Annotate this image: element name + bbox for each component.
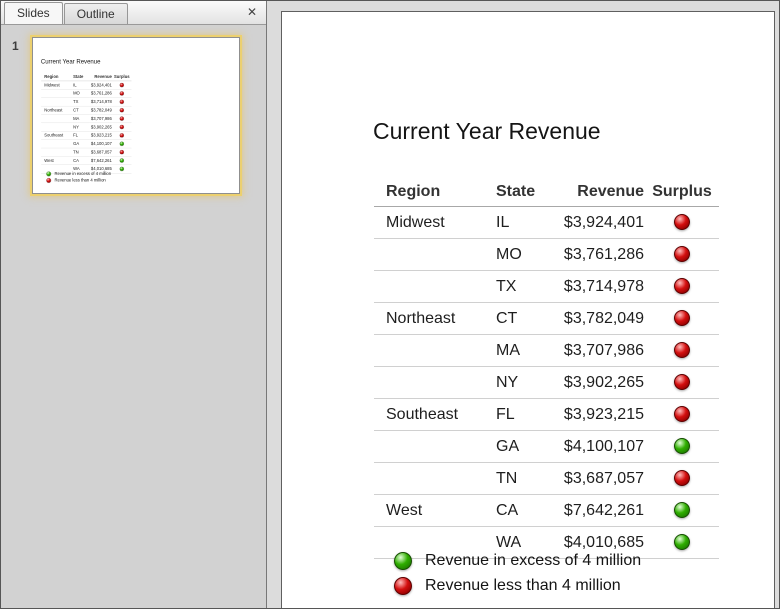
state-cell: IL xyxy=(495,207,559,239)
state-cell: TN xyxy=(495,463,559,495)
revenue-row: NortheastCT$3,782,049 xyxy=(374,303,719,335)
green-indicator-icon xyxy=(394,552,412,570)
revenue-cell: $3,761,286 xyxy=(559,239,645,271)
surplus-cell xyxy=(645,495,719,527)
panel-tab-bar: Slides Outline ✕ xyxy=(1,1,266,25)
region-cell xyxy=(374,271,495,303)
region-cell: Northeast xyxy=(374,303,495,335)
slide-1-thumbnail-page: Current Year Revenue Region State Revenu… xyxy=(33,38,239,193)
green-indicator-icon xyxy=(674,534,690,550)
revenue-cell: $3,687,057 xyxy=(559,463,645,495)
region-cell xyxy=(374,239,495,271)
slide-content: Current Year Revenue Region State Revenu… xyxy=(282,12,774,609)
tab-outline-label: Outline xyxy=(77,7,115,21)
surplus-cell xyxy=(645,367,719,399)
surplus-cell xyxy=(645,335,719,367)
state-cell: MO xyxy=(495,239,559,271)
revenue-table: Region State Revenue Surplus MidwestIL$3… xyxy=(374,177,719,559)
presentation-window: Slides Outline ✕ 1 Current Year Revenue … xyxy=(0,0,780,609)
red-indicator-icon xyxy=(674,214,690,230)
surplus-cell xyxy=(645,527,719,559)
state-cell: MA xyxy=(495,335,559,367)
legend-item: Revenue less than 4 million xyxy=(394,573,641,598)
region-cell xyxy=(374,335,495,367)
revenue-cell: $3,707,986 xyxy=(559,335,645,367)
red-indicator-icon xyxy=(674,374,690,390)
green-indicator-icon xyxy=(674,438,690,454)
revenue-row: NY$3,902,265 xyxy=(374,367,719,399)
header-region: Region xyxy=(374,177,495,207)
revenue-cell: $3,782,049 xyxy=(559,303,645,335)
state-cell: CA xyxy=(495,495,559,527)
slide-number: 1 xyxy=(12,39,19,53)
revenue-row: MO$3,761,286 xyxy=(374,239,719,271)
tab-slides-label: Slides xyxy=(17,6,50,20)
state-cell: NY xyxy=(495,367,559,399)
revenue-cell: $7,642,261 xyxy=(559,495,645,527)
state-cell: FL xyxy=(495,399,559,431)
green-indicator-icon xyxy=(674,502,690,518)
region-cell xyxy=(374,463,495,495)
surplus-cell xyxy=(645,303,719,335)
revenue-row: MidwestIL$3,924,401 xyxy=(374,207,719,239)
surplus-cell xyxy=(645,239,719,271)
legend-item: Revenue in excess of 4 million xyxy=(394,548,641,573)
revenue-row: MA$3,707,986 xyxy=(374,335,719,367)
revenue-table-body: MidwestIL$3,924,401MO$3,761,286TX$3,714,… xyxy=(374,207,719,559)
revenue-row: WestCA$7,642,261 xyxy=(374,495,719,527)
state-cell: GA xyxy=(495,431,559,463)
surplus-cell xyxy=(645,431,719,463)
state-cell: TX xyxy=(495,271,559,303)
revenue-row: TN$3,687,057 xyxy=(374,463,719,495)
tab-slides[interactable]: Slides xyxy=(4,2,63,24)
region-cell xyxy=(374,367,495,399)
revenue-row: GA$4,100,107 xyxy=(374,431,719,463)
revenue-cell: $3,714,978 xyxy=(559,271,645,303)
close-pane-icon[interactable]: ✕ xyxy=(247,5,257,19)
header-revenue: Revenue xyxy=(559,177,645,207)
table-header-row: Region State Revenue Surplus xyxy=(374,177,719,207)
surplus-cell xyxy=(645,463,719,495)
region-cell: West xyxy=(374,495,495,527)
red-indicator-icon xyxy=(674,246,690,262)
legend-label: Revenue less than 4 million xyxy=(425,577,621,595)
red-indicator-icon xyxy=(674,470,690,486)
revenue-cell: $3,902,265 xyxy=(559,367,645,399)
header-state: State xyxy=(495,177,559,207)
slide-title: Current Year Revenue xyxy=(373,118,601,145)
revenue-row: TX$3,714,978 xyxy=(374,271,719,303)
red-indicator-icon xyxy=(674,406,690,422)
revenue-cell: $3,924,401 xyxy=(559,207,645,239)
thumbnail-list: 1 Current Year Revenue Region State Reve… xyxy=(1,25,266,608)
revenue-row: SoutheastFL$3,923,215 xyxy=(374,399,719,431)
surplus-cell xyxy=(645,207,719,239)
red-indicator-icon xyxy=(394,577,412,595)
slide-canvas[interactable]: Current Year Revenue Region State Revenu… xyxy=(281,11,775,609)
slide-editor-area: Current Year Revenue Region State Revenu… xyxy=(268,1,780,608)
tab-outline[interactable]: Outline xyxy=(64,3,128,24)
red-indicator-icon xyxy=(674,310,690,326)
red-indicator-icon xyxy=(674,278,690,294)
surplus-cell xyxy=(645,399,719,431)
state-cell: CT xyxy=(495,303,559,335)
red-indicator-icon xyxy=(674,342,690,358)
revenue-cell: $4,100,107 xyxy=(559,431,645,463)
header-surplus: Surplus xyxy=(645,177,719,207)
region-cell: Southeast xyxy=(374,399,495,431)
region-cell: Midwest xyxy=(374,207,495,239)
slides-panel: Slides Outline ✕ 1 Current Year Revenue … xyxy=(1,1,267,608)
legend: Revenue in excess of 4 million Revenue le… xyxy=(394,548,641,598)
revenue-cell: $3,923,215 xyxy=(559,399,645,431)
slide-1-thumbnail[interactable]: Current Year Revenue Region State Revenu… xyxy=(32,37,240,194)
region-cell xyxy=(374,431,495,463)
surplus-cell xyxy=(645,271,719,303)
legend-label: Revenue in excess of 4 million xyxy=(425,552,641,570)
